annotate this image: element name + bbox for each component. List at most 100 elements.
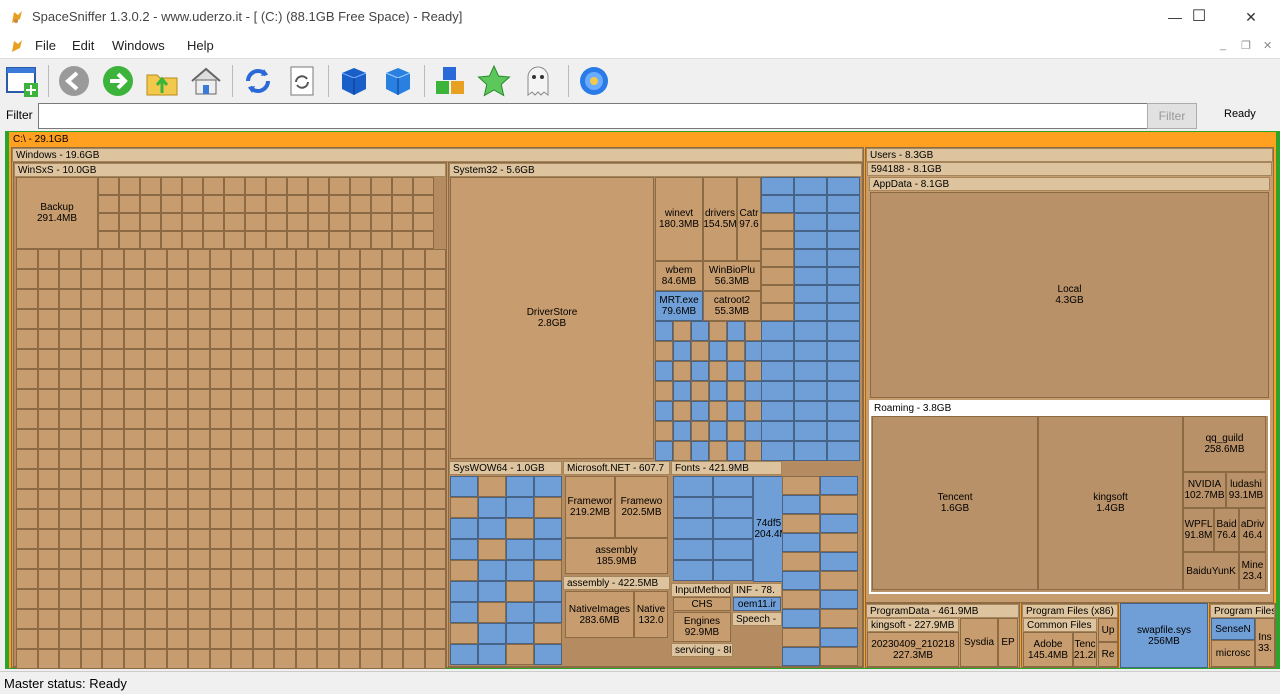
small-file-item[interactable]: [392, 213, 413, 231]
small-file-item[interactable]: [381, 289, 403, 309]
small-file-item[interactable]: [209, 549, 231, 569]
small-file-item[interactable]: [673, 401, 691, 421]
small-file-item[interactable]: [317, 269, 339, 289]
small-file-item[interactable]: [37, 369, 59, 389]
small-file-item[interactable]: [16, 429, 38, 449]
small-file-item[interactable]: [209, 349, 231, 369]
small-file-item[interactable]: [16, 389, 38, 409]
drivers-folder[interactable]: drivers 154.5M: [703, 177, 737, 261]
small-file-item[interactable]: [295, 449, 317, 469]
small-file-item[interactable]: [338, 569, 360, 589]
small-file-item[interactable]: [317, 509, 339, 529]
small-file-item[interactable]: [673, 560, 713, 581]
small-file-item[interactable]: [188, 529, 210, 549]
small-file-item[interactable]: [37, 509, 59, 529]
small-file-item[interactable]: [392, 177, 413, 195]
small-file-item[interactable]: [317, 489, 339, 509]
small-file-item[interactable]: [145, 449, 167, 469]
zoom-in-cube-icon[interactable]: [336, 63, 372, 99]
small-file-item[interactable]: [80, 469, 102, 489]
small-file-item[interactable]: [252, 389, 274, 409]
ghost-icon[interactable]: [520, 63, 556, 99]
small-file-item[interactable]: [231, 429, 253, 449]
small-file-item[interactable]: [478, 623, 506, 644]
small-file-item[interactable]: [123, 609, 145, 629]
small-file-item[interactable]: [252, 489, 274, 509]
small-file-item[interactable]: [413, 213, 434, 231]
small-file-item[interactable]: [827, 303, 860, 321]
small-file-item[interactable]: [224, 231, 245, 249]
small-file-item[interactable]: [252, 569, 274, 589]
catr-folder[interactable]: Catr 97.6: [737, 177, 761, 261]
small-file-item[interactable]: [424, 609, 446, 629]
small-file-item[interactable]: [655, 321, 673, 341]
small-file-item[interactable]: [59, 489, 81, 509]
small-file-item[interactable]: [102, 469, 124, 489]
small-file-item[interactable]: [209, 569, 231, 589]
small-file-item[interactable]: [102, 349, 124, 369]
small-file-item[interactable]: [827, 213, 860, 231]
small-file-item[interactable]: [102, 429, 124, 449]
small-file-item[interactable]: [37, 469, 59, 489]
small-file-item[interactable]: [182, 213, 203, 231]
assembly-folder-header[interactable]: assembly - 422.5MB: [563, 576, 670, 590]
small-file-item[interactable]: [506, 497, 534, 518]
small-file-item[interactable]: [252, 349, 274, 369]
small-file-item[interactable]: [123, 309, 145, 329]
small-file-item[interactable]: [209, 309, 231, 329]
small-file-item[interactable]: [231, 529, 253, 549]
small-file-item[interactable]: [403, 629, 425, 649]
winbioplugins-folder[interactable]: WinBioPlu 56.3MB: [703, 261, 761, 291]
small-file-item[interactable]: [782, 628, 820, 647]
small-file-item[interactable]: [16, 489, 38, 509]
small-file-item[interactable]: [145, 249, 167, 269]
small-file-item[interactable]: [295, 549, 317, 569]
small-file-item[interactable]: [338, 649, 360, 669]
small-file-item[interactable]: [424, 529, 446, 549]
small-file-item[interactable]: [166, 389, 188, 409]
adriv-folder[interactable]: aDriv 46.4: [1239, 508, 1266, 552]
mrt-exe-file[interactable]: MRT.exe 79.6MB: [655, 291, 703, 321]
small-file-item[interactable]: [80, 549, 102, 569]
small-file-item[interactable]: [360, 549, 382, 569]
small-file-item[interactable]: [188, 549, 210, 569]
mdi-close-button[interactable]: ✕: [1263, 39, 1272, 52]
small-file-item[interactable]: [761, 177, 794, 195]
small-file-item[interactable]: [403, 649, 425, 669]
menu-windows[interactable]: Windows: [112, 38, 165, 53]
small-file-item[interactable]: [709, 321, 727, 341]
small-file-item[interactable]: [403, 309, 425, 329]
small-file-item[interactable]: [252, 329, 274, 349]
small-file-item[interactable]: [274, 409, 296, 429]
settings-gear-icon[interactable]: [576, 63, 612, 99]
small-file-item[interactable]: [782, 514, 820, 533]
small-file-item[interactable]: [188, 609, 210, 629]
small-file-item[interactable]: [102, 449, 124, 469]
assembly-dotnet-folder[interactable]: assembly 185.9MB: [565, 538, 668, 574]
small-file-item[interactable]: [317, 329, 339, 349]
small-file-item[interactable]: [360, 269, 382, 289]
oem11-inf-file[interactable]: oem11.ir: [733, 597, 781, 611]
small-file-item[interactable]: [709, 401, 727, 421]
small-file-item[interactable]: [182, 231, 203, 249]
small-file-item[interactable]: [145, 549, 167, 569]
small-file-item[interactable]: [360, 609, 382, 629]
small-file-item[interactable]: [188, 249, 210, 269]
small-file-item[interactable]: [782, 609, 820, 628]
small-file-item[interactable]: [80, 409, 102, 429]
small-file-item[interactable]: [317, 369, 339, 389]
small-file-item[interactable]: [424, 389, 446, 409]
small-file-item[interactable]: [673, 421, 691, 441]
roaming-folder[interactable]: Roaming - 3.8GB Tencent 1.6GB kingsoft 1.4…: [869, 400, 1270, 594]
small-file-item[interactable]: [308, 177, 329, 195]
small-file-item[interactable]: [413, 195, 434, 213]
small-file-item[interactable]: [59, 369, 81, 389]
small-file-item[interactable]: [713, 476, 753, 497]
small-file-item[interactable]: [231, 629, 253, 649]
small-file-item[interactable]: [534, 602, 562, 623]
small-file-item[interactable]: [231, 489, 253, 509]
small-file-item[interactable]: [266, 177, 287, 195]
small-file-item[interactable]: [478, 602, 506, 623]
baiduyunkernel-folder[interactable]: BaiduYunK: [1183, 552, 1239, 590]
small-file-item[interactable]: [166, 549, 188, 569]
